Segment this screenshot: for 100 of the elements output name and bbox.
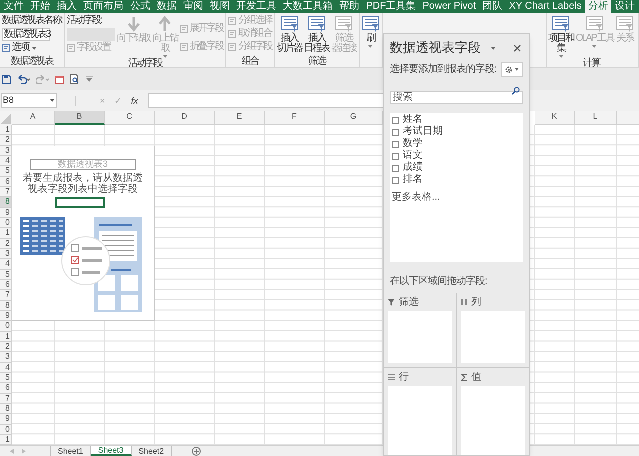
- ribbon-tab[interactable]: 文件: [1, 0, 27, 13]
- ribbon-tab[interactable]: 插入: [54, 0, 80, 13]
- column-header[interactable]: C: [105, 111, 155, 125]
- row-header[interactable]: 9: [0, 310, 12, 322]
- customize-caret-icon[interactable]: [86, 76, 93, 82]
- caret-icon: [368, 45, 374, 48]
- checkbox[interactable]: [392, 176, 399, 184]
- row-header[interactable]: 8: [0, 300, 12, 311]
- row-header[interactable]: 7: [0, 394, 12, 404]
- field-item[interactable]: 成绩: [392, 163, 521, 173]
- search-field[interactable]: 搜索: [390, 91, 523, 104]
- add-sheet-icon[interactable]: [192, 446, 202, 456]
- column-header[interactable]: E: [215, 111, 265, 125]
- row-header[interactable]: 6: [0, 280, 12, 290]
- row-header[interactable]: 4: [0, 362, 12, 373]
- area-label: 筛选: [399, 297, 419, 308]
- ribbon-tab[interactable]: 大数工具箱: [280, 0, 336, 13]
- column-header[interactable]: B: [55, 111, 105, 125]
- field-item[interactable]: 语文: [392, 151, 521, 161]
- column-header[interactable]: A: [12, 111, 55, 125]
- row-header[interactable]: 0: [0, 424, 12, 435]
- column-header[interactable]: D: [155, 111, 215, 125]
- caret-icon: [592, 45, 598, 48]
- ribbon-button[interactable]: 选项: [2, 42, 62, 54]
- row-header[interactable]: 0: [0, 218, 12, 228]
- checkbox[interactable]: [392, 116, 399, 124]
- ribbon-tab[interactable]: 数据: [154, 0, 180, 13]
- row-header[interactable]: 0: [0, 321, 12, 332]
- column-header[interactable]: K: [535, 111, 575, 125]
- column-header[interactable]: F: [265, 111, 325, 125]
- save-icon[interactable]: [2, 74, 11, 84]
- checkbox[interactable]: [392, 164, 399, 172]
- row-header[interactable]: 3: [0, 248, 12, 260]
- ribbon-tab[interactable]: 开始: [28, 0, 54, 13]
- ribbon-tab[interactable]: 视图: [206, 0, 233, 13]
- pane-title: 数据透视表字段: [390, 40, 481, 56]
- row-header[interactable]: 1: [0, 125, 12, 136]
- undo-icon[interactable]: [17, 74, 30, 84]
- row-header[interactable]: 2: [0, 238, 12, 249]
- row-header[interactable]: 6: [0, 383, 12, 394]
- calendar-icon[interactable]: [55, 74, 64, 84]
- ribbon-tab[interactable]: 审阅: [180, 0, 206, 13]
- field-item[interactable]: 数学: [392, 139, 521, 149]
- redo-icon[interactable]: [36, 74, 49, 84]
- field-item[interactable]: 姓名: [392, 115, 521, 125]
- ribbon-tab[interactable]: 团队: [480, 0, 506, 13]
- close-icon[interactable]: [514, 44, 521, 52]
- row-header[interactable]: 9: [0, 414, 12, 425]
- row-header[interactable]: 5: [0, 270, 12, 280]
- name-box[interactable]: B8: [1, 93, 57, 108]
- row-header[interactable]: 8: [0, 404, 12, 414]
- checkbox[interactable]: [392, 152, 399, 160]
- row-header[interactable]: 9: [0, 208, 12, 218]
- ribbon-tab[interactable]: 公式: [127, 0, 154, 13]
- row-header[interactable]: 1: [0, 228, 12, 239]
- ribbon-tab[interactable]: 分析: [585, 0, 612, 13]
- more-tables-link[interactable]: 更多表格...: [392, 193, 521, 203]
- row-header[interactable]: 7: [0, 186, 12, 198]
- formula-button[interactable]: fx: [131, 96, 138, 106]
- command-icon: [180, 25, 188, 33]
- cell-reference: B8: [3, 94, 14, 107]
- sheet-tab[interactable]: Sheet3: [91, 446, 132, 456]
- row-header[interactable]: 4: [0, 156, 12, 166]
- row-header[interactable]: 5: [0, 166, 12, 177]
- row-header[interactable]: 2: [0, 342, 12, 352]
- row-header[interactable]: 1: [0, 434, 12, 446]
- row-header[interactable]: 7: [0, 290, 12, 301]
- ribbon-tab[interactable]: 开发工具: [234, 0, 280, 13]
- ribbon-tab[interactable]: XY Chart Labels: [506, 0, 585, 13]
- area-icon: [388, 374, 395, 381]
- settings-button[interactable]: [501, 62, 523, 77]
- column-header[interactable]: L: [575, 111, 617, 125]
- ribbon-button[interactable]: 项目和 集: [548, 15, 574, 58]
- ribbon-button[interactable]: 插入 日程表: [304, 15, 330, 54]
- row-header[interactable]: 2: [0, 135, 12, 146]
- formula-input[interactable]: [148, 93, 384, 108]
- print-preview-icon[interactable]: [70, 74, 80, 84]
- checkbox[interactable]: [392, 128, 399, 136]
- row-header[interactable]: 8: [0, 197, 12, 208]
- checkbox[interactable]: [392, 140, 399, 148]
- caret-icon[interactable]: [491, 46, 496, 50]
- ribbon-tab[interactable]: 帮助: [336, 0, 363, 13]
- column-header[interactable]: G: [325, 111, 383, 125]
- ribbon-tab[interactable]: 页面布局: [80, 0, 127, 13]
- row-header[interactable]: 4: [0, 259, 12, 270]
- row-header[interactable]: 5: [0, 372, 12, 384]
- row-header[interactable]: 3: [0, 352, 12, 363]
- ribbon-tab[interactable]: Power Pivot: [420, 0, 480, 13]
- ribbon-button[interactable]: 刷: [362, 15, 380, 48]
- field-item[interactable]: 考试日期: [392, 127, 521, 137]
- sheet-tab[interactable]: Sheet2: [132, 446, 172, 456]
- ribbon-button[interactable]: 插入 切片器: [277, 15, 302, 54]
- row-header[interactable]: 3: [0, 146, 12, 156]
- row-header[interactable]: 1: [0, 332, 12, 342]
- selected-cell[interactable]: [55, 197, 105, 208]
- row-header[interactable]: 6: [0, 176, 12, 187]
- field-item[interactable]: 排名: [392, 175, 521, 185]
- ribbon-tab[interactable]: 设计: [612, 0, 638, 13]
- text-field[interactable]: 数据透视表3: [2, 28, 50, 41]
- ribbon-tab[interactable]: PDF工具集: [363, 0, 420, 13]
